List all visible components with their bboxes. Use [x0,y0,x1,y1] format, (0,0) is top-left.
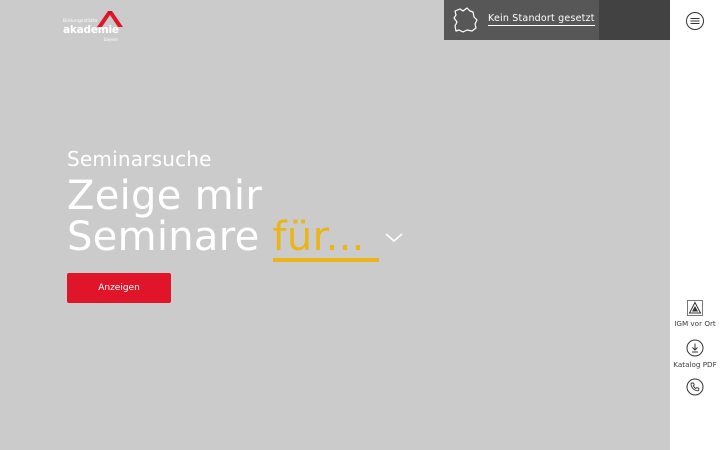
sidebar-item-phone[interactable] [670,378,720,396]
audience-dropdown-value: für... [272,217,379,262]
bavaria-map-icon [453,7,478,33]
logo-region: bayern [104,37,118,42]
sidebar-item-igm-vor-ort[interactable]: IGM vor Ort [670,300,720,328]
download-icon [686,339,704,357]
show-seminars-button[interactable]: Anzeigen [67,273,171,303]
location-selector[interactable]: Kein Standort gesetzt [444,0,599,40]
sidebar-item-katalog-pdf[interactable]: Katalog PDF [670,339,720,369]
headline-line-2-text: Seminare [67,214,260,260]
headline-line-2: Seminare für... [67,214,403,262]
logo-name: akademie [63,24,119,36]
page-headline: Zeige mir Seminare für... [67,173,403,262]
sidebar-item-label: IGM vor Ort [674,319,716,328]
location-text: Kein Standort gesetzt [488,13,595,26]
menu-icon [686,12,704,30]
audience-dropdown[interactable]: für... [272,217,403,262]
sidebar-item-label: Katalog PDF [673,360,717,369]
logo[interactable]: Bildungsstätte akademie bayern [63,10,123,42]
location-bar: Kein Standort gesetzt [444,0,670,40]
page-kicker: Seminarsuche [67,147,212,171]
igm-logo-icon [687,300,703,316]
chevron-down-icon [385,233,403,243]
phone-icon [686,378,704,396]
headline-line-1: Zeige mir [67,173,263,219]
right-sidebar: IGM vor Ort Katalog PDF [670,0,720,450]
menu-button[interactable] [685,11,705,31]
main-hero: Bildungsstätte akademie bayern Seminarsu… [0,0,670,450]
